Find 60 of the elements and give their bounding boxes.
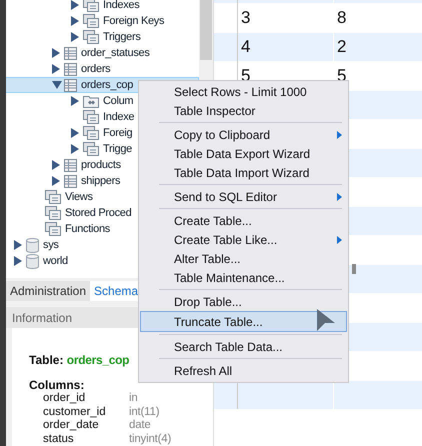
table-icon: [64, 62, 77, 76]
tab[interactable]: Administration: [6, 281, 90, 301]
menu-item[interactable]: Table Data Import Wizard: [140, 163, 347, 182]
scrollbar-thumb[interactable]: [200, 0, 212, 60]
column-name: status: [43, 432, 75, 446]
column-type: date: [129, 419, 151, 432]
column-type: in: [129, 392, 138, 406]
menu-item[interactable]: Create Table...: [140, 211, 347, 230]
table-label: Table:: [29, 353, 64, 367]
tree-item[interactable]: Foreign Keys: [6, 13, 199, 29]
folder-icon: [45, 190, 61, 204]
table-cell: 3: [241, 8, 250, 28]
menu-item[interactable]: Alter Table...: [140, 249, 347, 268]
panel-title: Information: [12, 310, 72, 324]
folder-icon: [83, 14, 99, 28]
tree-item[interactable]: order_statuses: [6, 45, 199, 61]
collapse-arrow-icon[interactable]: [52, 81, 62, 89]
table-icon: [64, 158, 77, 172]
columns-folder-icon: [83, 94, 99, 108]
submenu-arrow-icon: [337, 193, 342, 201]
column-name: order_date: [43, 419, 100, 432]
folder-icon: [83, 30, 99, 44]
scrollbar-thumb[interactable]: [352, 264, 356, 274]
table-cell: 8: [337, 8, 346, 28]
tree-item[interactable]: Triggers: [6, 29, 199, 45]
menu-item[interactable]: Refresh All: [140, 361, 347, 380]
database-icon: [26, 238, 39, 252]
column-type: tinyint(4): [129, 432, 172, 446]
column-name: customer_id: [43, 406, 107, 419]
table-icon: [64, 46, 77, 60]
folder-icon: [45, 222, 61, 236]
menu-item[interactable]: Truncate Table...: [140, 311, 347, 332]
expand-arrow-icon[interactable]: [71, 96, 79, 106]
table-icon: [64, 174, 77, 188]
menu-item[interactable]: Copy to Clipboard: [140, 125, 347, 144]
folder-icon: [83, 110, 99, 124]
menu-item[interactable]: Table Maintenance...: [140, 268, 347, 287]
columns-heading: Columns:: [29, 378, 84, 392]
menu-item[interactable]: Create Table Like...: [140, 230, 347, 249]
menu-item[interactable]: Table Inspector: [140, 101, 347, 120]
folder-icon: [83, 126, 99, 140]
pointer-icon: [317, 309, 335, 331]
folder-icon: [83, 0, 99, 12]
menu-item[interactable]: Send to SQL Editor: [140, 187, 347, 206]
submenu-arrow-icon: [337, 131, 342, 139]
tree-item[interactable]: Indexes: [6, 0, 199, 13]
menu-item[interactable]: Table Data Export Wizard: [140, 144, 347, 163]
table-icon: [64, 78, 77, 92]
folder-icon: [83, 142, 99, 156]
submenu-arrow-icon: [337, 236, 342, 244]
table-name: orders_cop: [66, 353, 130, 367]
column-name: order_id: [43, 392, 86, 406]
menu-item[interactable]: Search Table Data...: [140, 337, 347, 356]
column-type: int(11): [129, 406, 160, 419]
table-cell: 4: [241, 37, 250, 57]
table-cell: 2: [337, 37, 346, 57]
menu-item[interactable]: Drop Table...: [140, 292, 347, 311]
tree-item[interactable]: orders: [6, 61, 199, 77]
database-icon: [26, 254, 39, 268]
folder-icon: [45, 206, 61, 220]
